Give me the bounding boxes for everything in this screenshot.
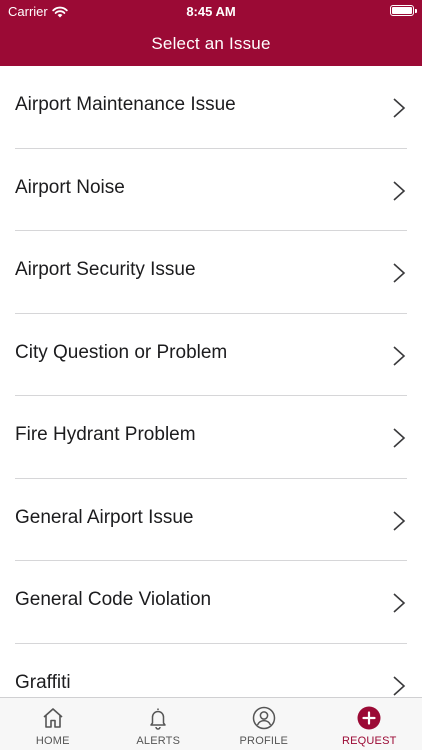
list-item-label: Airport Noise [15,176,125,198]
page-title: Select an Issue [151,34,271,53]
list-item-label: Fire Hydrant Problem [15,424,196,445]
tab-profile[interactable]: PROFILE [211,698,317,750]
list-item-label: Graffiti [15,671,71,693]
tab-profile-label: PROFILE [239,735,288,747]
status-bar: Carrier 8:45 AM [0,0,422,22]
chevron-right-icon [393,263,406,283]
list-item[interactable]: City Question or Problem [0,314,422,396]
list-item[interactable]: Airport Security Issue [0,231,422,314]
issue-list: Airport Maintenance Issue Airport Noise … [0,66,422,726]
tab-request-label: REQUEST [341,735,397,747]
navigation-bar: Carrier 8:45 AM Select an Issue [0,0,422,66]
home-icon [43,708,63,728]
tab-home-label: HOME [35,735,70,747]
list-item[interactable]: General Airport Issue [0,479,422,561]
list-item-label: Airport Security Issue [15,259,196,280]
list-item[interactable]: Airport Noise [0,149,422,231]
chevron-right-icon [393,593,406,613]
chevron-right-icon [393,675,406,696]
tab-alerts-label: ALERTS [136,735,181,747]
list-item[interactable]: Airport Maintenance Issue [0,66,422,149]
profile-icon [252,706,275,730]
chevron-right-icon [393,180,406,201]
status-time: 8:45 AM [186,4,236,19]
list-item-label: General Code Violation [15,589,212,610]
tab-home[interactable]: HOME [0,698,106,750]
list-item[interactable]: General Code Violation [0,561,422,644]
list-item-label: City Question or Problem [15,341,228,363]
tab-bar: HOME ALERTS PROFILE REQUEST [0,697,422,750]
chevron-right-icon [393,345,406,366]
tab-alerts[interactable]: ALERTS [106,698,212,750]
list-item-label: Airport Maintenance Issue [15,94,236,115]
list-item-label: General Airport Issue [15,506,194,528]
battery-icon [390,5,417,16]
list-item[interactable]: Fire Hydrant Problem [0,396,422,479]
bell-icon [150,708,166,730]
tab-request[interactable]: REQUEST [317,698,422,750]
chevron-right-icon [393,98,406,118]
chevron-right-icon [393,510,406,531]
plus-circle-icon [357,706,381,730]
chevron-right-icon [393,428,406,448]
